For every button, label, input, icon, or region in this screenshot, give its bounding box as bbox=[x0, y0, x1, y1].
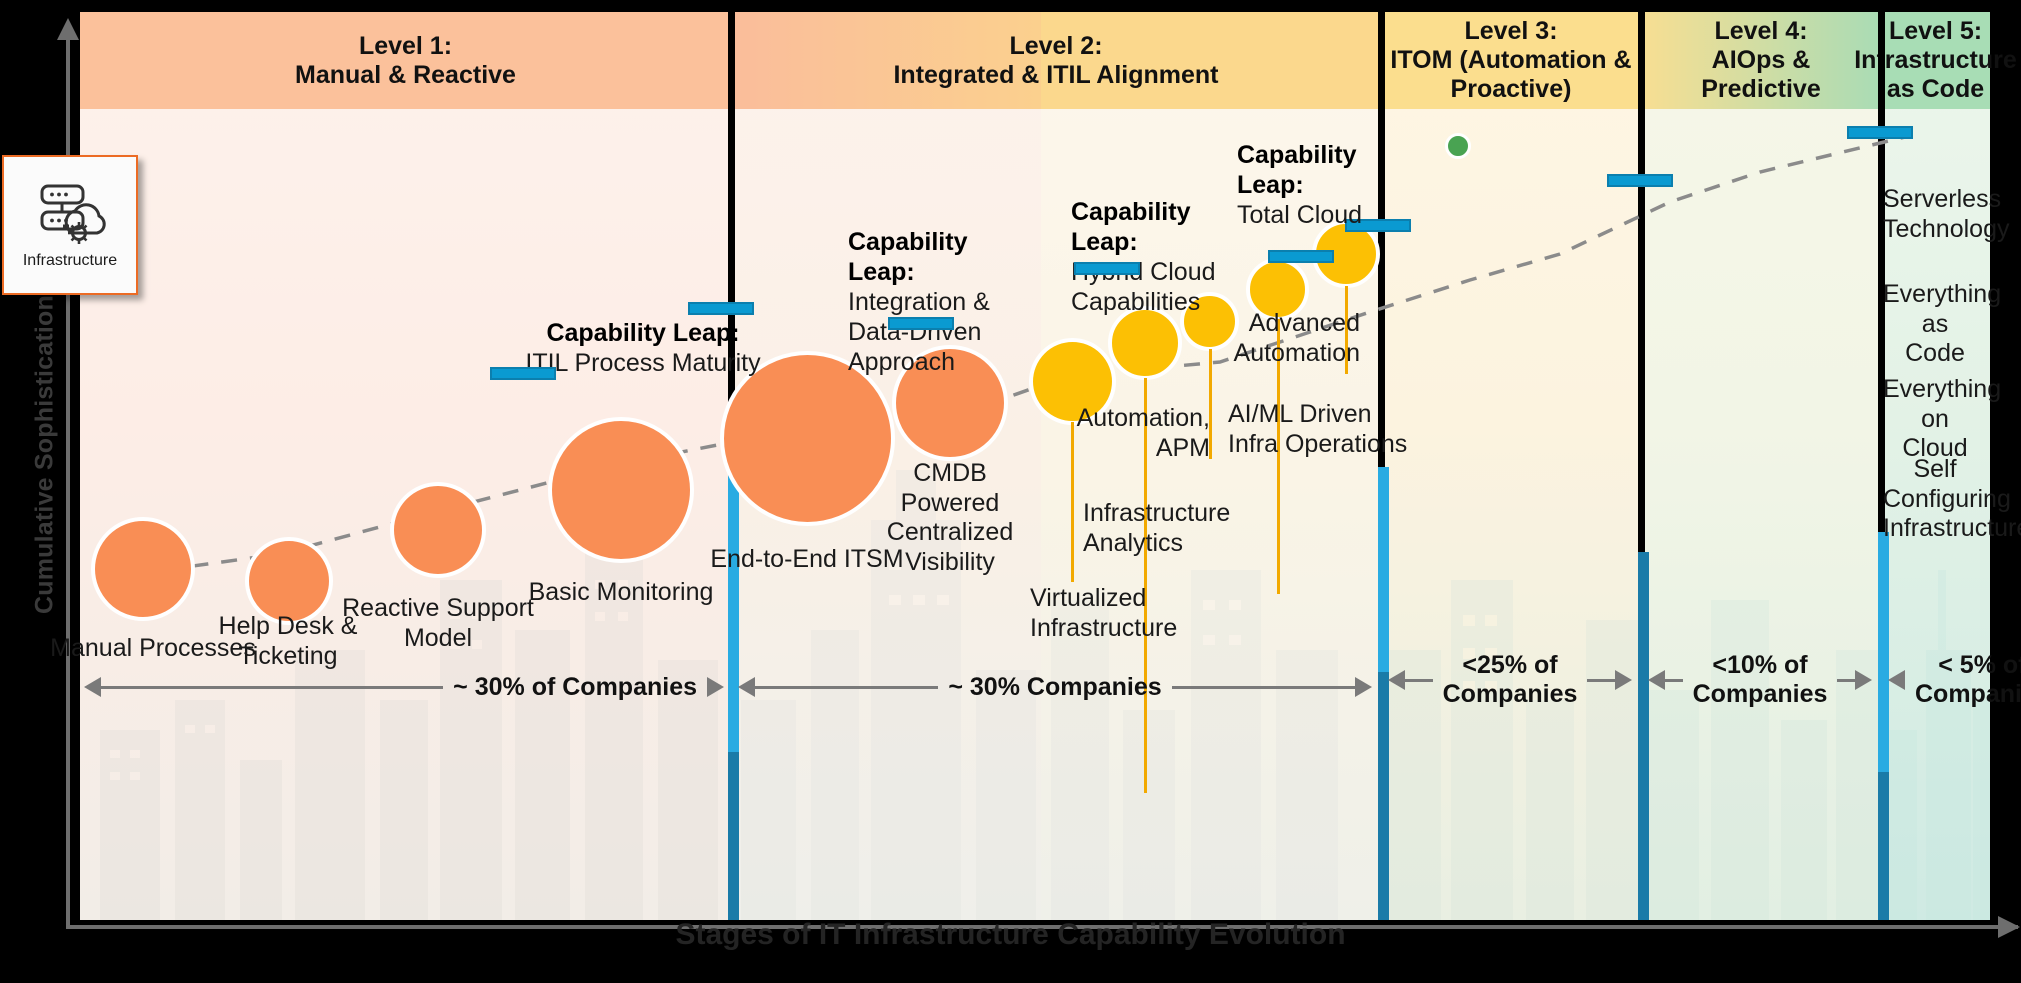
range-2-arrow-left-icon bbox=[738, 677, 755, 697]
range-level-1: ~ 30% of Companies bbox=[84, 667, 724, 707]
range-level-5: < 5% of Companies bbox=[1888, 651, 2021, 708]
range-2-bar bbox=[755, 685, 939, 689]
range-3-bar bbox=[1405, 678, 1433, 682]
range-2-bar-b bbox=[1171, 685, 1355, 689]
range-4-label: <10% of Companies bbox=[1692, 651, 1828, 708]
level-4-header: Level 4: AIOps & Predictive bbox=[1641, 12, 1881, 109]
range-level-4: <10% of Companies bbox=[1648, 651, 1873, 708]
bubble-basic-monitoring[interactable] bbox=[548, 417, 694, 563]
range-3-label: <25% of Companies bbox=[1442, 651, 1578, 708]
divider-accent-bar-3 bbox=[1638, 552, 1649, 920]
capability-leap-1-bar-upper bbox=[688, 302, 754, 315]
capability-leap-4: Capability Leap: Total Cloud bbox=[1237, 140, 1417, 230]
range-2-label: ~ 30% Companies bbox=[948, 672, 1162, 701]
plot-area: Level 1: Manual & Reactive Level 2: Inte… bbox=[50, 12, 2021, 920]
capability-leap-1-bar-lower bbox=[490, 367, 556, 380]
divider-accent-bar-1-dark bbox=[728, 752, 739, 920]
level-column-4: Level 4: AIOps & Predictive bbox=[1641, 12, 1881, 920]
node-label-virtualized-infrastructure: Virtualized Infrastructure bbox=[1030, 584, 1178, 642]
range-4-arrow-right-icon bbox=[1855, 670, 1873, 690]
infrastructure-card[interactable]: Infrastructure bbox=[2, 155, 138, 295]
bubble-reactive-support[interactable] bbox=[390, 482, 486, 578]
divider-accent-bar-2-dark bbox=[1378, 672, 1389, 920]
capability-leap-2: Capability Leap: Integration & Data-Driv… bbox=[848, 227, 1018, 377]
node-label-cmdb: CMDB Powered Centralized Visibility bbox=[886, 459, 1014, 576]
y-axis-arrowhead-icon bbox=[57, 18, 79, 40]
capability-leap-3-title: Capability Leap: bbox=[1071, 198, 1191, 256]
node-label-automation-apm: Automation, APM bbox=[1076, 404, 1210, 462]
range-4-bar-b bbox=[1837, 678, 1856, 682]
capability-leap-3: Capability Leap: Hybrid Cloud Capabiliti… bbox=[1071, 197, 1241, 317]
dot-serverless-technology[interactable] bbox=[1445, 133, 1471, 159]
range-1-arrow-left-icon bbox=[84, 677, 101, 697]
node-label-infrastructure-analytics: Infrastructure Analytics bbox=[1083, 499, 1231, 557]
capability-leap-2-text: Integration & Data-Driven Approach bbox=[848, 288, 990, 376]
infrastructure-card-label: Infrastructure bbox=[22, 252, 118, 269]
level-2-header: Level 2: Integrated & ITIL Alignment bbox=[893, 31, 1219, 89]
capability-leap-4-bar-lower bbox=[1268, 250, 1334, 263]
level5-item-everything-as-code: Everything as Code bbox=[1883, 280, 2002, 367]
x-axis-title: Stages of IT Infrastructure Capability E… bbox=[675, 918, 1346, 951]
range-4-arrow-left-icon bbox=[1648, 670, 1665, 690]
range-level-2: ~ 30% Companies bbox=[738, 667, 1372, 707]
node-label-advanced-automation: Advanced Automation bbox=[1233, 309, 1360, 367]
range-1-bar bbox=[101, 685, 444, 689]
capability-leap-4-title: Capability Leap: bbox=[1237, 141, 1357, 199]
level5-item-serverless: Serverless Technology bbox=[1883, 185, 2010, 243]
level5-item-everything-on-cloud: Everything on Cloud bbox=[1883, 375, 2002, 462]
range-3-arrow-right-icon bbox=[1615, 670, 1633, 690]
capability-leap-4-text: Total Cloud bbox=[1237, 201, 1363, 229]
capability-leap-3-bar-upper bbox=[1607, 174, 1673, 187]
range-level-3: <25% of Companies bbox=[1388, 651, 1633, 708]
capability-leap-3-bar-lower bbox=[1074, 262, 1140, 275]
range-1-label: ~ 30% of Companies bbox=[453, 672, 697, 701]
level5-item-self-configuring: Self Configuring Infrastructure bbox=[1883, 455, 2021, 542]
level-1-header: Level 1: Manual & Reactive bbox=[80, 12, 731, 109]
range-5-arrow-left-icon bbox=[1888, 670, 1905, 690]
node-label-aiml-driven: AI/ML Driven Infra Operations bbox=[1228, 400, 1408, 458]
capability-leap-4-bar-upper bbox=[1847, 126, 1913, 139]
y-axis-title: Cumulative Sophistication bbox=[30, 295, 59, 614]
range-3-bar-b bbox=[1587, 678, 1616, 682]
capability-leap-2-title: Capability Leap: bbox=[848, 228, 968, 286]
level-column-3: Level 3: ITOM (Automation & Proactive) bbox=[1381, 12, 1641, 920]
capability-leap-2-bar-lower bbox=[888, 317, 954, 330]
range-2-arrow-right-icon bbox=[1355, 677, 1372, 697]
range-5-label: < 5% of Companies bbox=[1915, 651, 2021, 708]
range-4-bar bbox=[1665, 678, 1683, 682]
node-label-basic-monitoring: Basic Monitoring bbox=[528, 578, 714, 606]
range-3-arrow-left-icon bbox=[1388, 670, 1405, 690]
divider-accent-bar-4-dark bbox=[1878, 772, 1889, 920]
range-1-arrow-right-icon bbox=[707, 677, 724, 697]
infographic-root: Cumulative Sophistication Stages of IT I… bbox=[0, 0, 2021, 983]
level-3-header: Level 3: ITOM (Automation & Proactive) bbox=[1381, 12, 1641, 109]
level-5-header: Level 5: Infrastructure as Code bbox=[1854, 12, 2017, 109]
bubble-manual-processes[interactable] bbox=[91, 517, 195, 621]
server-cloud-gear-icon bbox=[40, 184, 106, 244]
capability-leap-1-title: Capability Leap: bbox=[546, 319, 740, 347]
